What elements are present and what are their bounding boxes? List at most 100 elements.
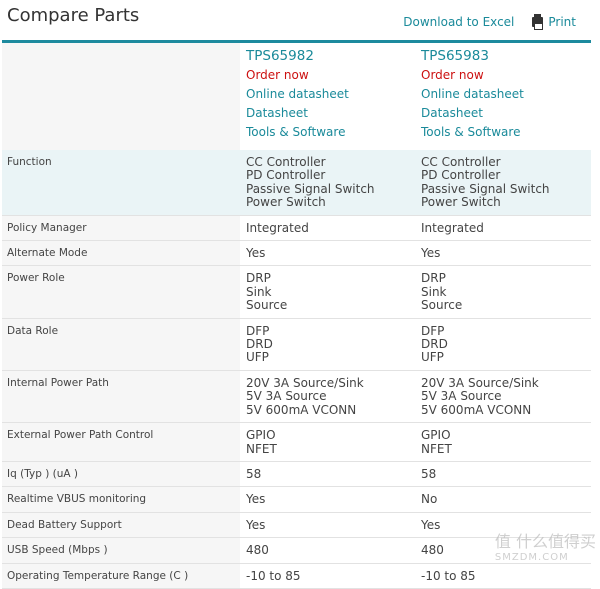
part-name-link[interactable]: TPS65982 [246, 47, 409, 66]
row-label: Internal Power Path [2, 370, 240, 424]
value-line: Yes [421, 246, 441, 261]
table-row: Function CC Controller PD Controller Passiv… [2, 150, 591, 216]
value-line: 20V 3A Source/Sink [246, 375, 364, 390]
table-row: Realtime VBUS monitoring Yes No [2, 486, 591, 513]
value-line: CC Controller [246, 155, 326, 169]
value-cell-part-1: -10 to 85 [240, 563, 415, 589]
row-label: External Power Path Control [2, 422, 240, 462]
watermark-line1: 值 什么值得买 [494, 532, 596, 551]
print-label: Print [548, 15, 576, 29]
tools-software-link[interactable]: Tools & Software [421, 123, 585, 142]
value-line: PD Controller [246, 168, 326, 183]
value-cell-part-2: Yes [415, 240, 591, 267]
table-row: Internal Power Path 20V 3A Source/Sink 5V … [2, 370, 591, 424]
value-cell-part-1: DFP DRD UFP [240, 318, 415, 371]
value-line: 5V 600mA VCONN [421, 402, 532, 417]
value-cell-part-1: 480 [240, 537, 415, 564]
row-label: Alternate Mode [2, 240, 240, 267]
value-line: Yes [246, 517, 266, 532]
table-row: Iq (Typ ) (uA ) 58 58 [2, 461, 591, 488]
value-line: GPIO [246, 428, 276, 443]
value-line: 5V 600mA VCONN [246, 402, 357, 417]
value-cell-part-2: GPIO NFET [415, 422, 591, 462]
online-datasheet-link[interactable]: Online datasheet [421, 85, 585, 104]
value-cell-part-1: Yes [240, 486, 415, 513]
value-cell-part-1: DRP Sink Source [240, 265, 415, 319]
value-line: Yes [246, 492, 266, 507]
value-line: UFP [246, 350, 269, 365]
value-line: DFP [421, 323, 445, 338]
value-line: Integrated [421, 220, 484, 235]
download-excel-link[interactable]: Download to Excel [403, 15, 514, 29]
value-line: GPIO [421, 428, 451, 443]
row-label: Iq (Typ ) (uA ) [2, 461, 240, 488]
value-cell-part-1: Yes [240, 512, 415, 539]
table-row: Data Role DFP DRD UFP DFP DRD UFP [2, 318, 591, 371]
value-line: 58 [246, 466, 262, 481]
value-line: NFET [421, 441, 452, 456]
row-label: Policy Manager [2, 215, 240, 242]
row-label: Function [2, 150, 240, 216]
value-cell-part-1: CC Controller PD Controller Passive Signal… [240, 150, 415, 216]
value-cell-part-2: -10 to 85 [415, 563, 591, 589]
table-row: Power Role DRP Sink Source DRP Sink Source [2, 265, 591, 319]
value-line: CC Controller [421, 155, 501, 169]
row-label: Power Role [2, 265, 240, 319]
value-line: Passive Signal Switch [421, 181, 550, 196]
value-line: UFP [421, 350, 444, 365]
value-line: DRP [421, 271, 446, 286]
value-line: DRP [246, 271, 271, 286]
value-line: 480 [246, 543, 269, 558]
value-cell-part-1: 20V 3A Source/Sink 5V 3A Source 5V 600mA V… [240, 370, 415, 424]
value-line: Integrated [246, 220, 309, 235]
value-line: DFP [246, 323, 270, 338]
value-cell-part-1: Integrated [240, 215, 415, 242]
value-line: DRD [246, 337, 273, 352]
page-title: Compare Parts [7, 5, 140, 26]
part-column-1: TPS65982 Order now Online datasheet Data… [240, 43, 415, 150]
print-button[interactable]: Print [532, 14, 576, 30]
value-line: Sink [421, 284, 447, 299]
value-line: Source [246, 298, 288, 313]
value-cell-part-1: Yes [240, 240, 415, 267]
value-line: 5V 3A Source [421, 389, 502, 404]
part-column-2: TPS65983 Order now Online datasheet Data… [415, 43, 591, 150]
value-line: 5V 3A Source [246, 389, 327, 404]
value-line: NFET [246, 441, 277, 456]
table-row: Operating Temperature Range (C ) -10 to 8… [2, 563, 591, 589]
online-datasheet-link[interactable]: Online datasheet [246, 85, 409, 104]
row-label: USB Speed (Mbps ) [2, 537, 240, 564]
value-line: Power Switch [246, 195, 326, 210]
value-line: Source [421, 298, 463, 313]
watermark: 值 什么值得买 SMZDM.COM [495, 528, 596, 563]
datasheet-link[interactable]: Datasheet [421, 104, 585, 123]
part-name-link[interactable]: TPS65983 [421, 47, 585, 66]
order-now-link[interactable]: Order now [246, 66, 409, 85]
value-line: 58 [421, 466, 437, 481]
table-row: Policy Manager Integrated Integrated [2, 215, 591, 242]
compare-table: TPS65982 Order now Online datasheet Data… [2, 43, 591, 589]
printer-icon [532, 14, 544, 30]
watermark-line2: SMZDM.COM [494, 552, 569, 563]
tools-software-link[interactable]: Tools & Software [246, 123, 409, 142]
table-row: External Power Path Control GPIO NFET GPIO N… [2, 422, 591, 462]
value-line: -10 to 85 [421, 568, 476, 583]
datasheet-link[interactable]: Datasheet [246, 104, 409, 123]
part-header-row: TPS65982 Order now Online datasheet Data… [2, 43, 591, 150]
value-cell-part-1: GPIO NFET [240, 422, 415, 462]
value-line: No [421, 492, 438, 507]
value-cell-part-2: DFP DRD UFP [415, 318, 591, 371]
toolbar: Download to Excel Print [403, 14, 576, 30]
value-line: PD Controller [421, 168, 501, 183]
row-label: Operating Temperature Range (C ) [2, 563, 240, 589]
value-line: Sink [246, 284, 272, 299]
value-cell-part-2: DRP Sink Source [415, 265, 591, 319]
value-cell-part-2: No [415, 486, 591, 513]
order-now-link[interactable]: Order now [421, 66, 585, 85]
value-line: Yes [246, 246, 266, 261]
value-line: DRD [421, 337, 448, 352]
row-label: Realtime VBUS monitoring [2, 486, 240, 513]
value-line: Passive Signal Switch [246, 181, 375, 196]
value-cell-part-1: 58 [240, 461, 415, 488]
empty-header-cell [2, 43, 240, 150]
